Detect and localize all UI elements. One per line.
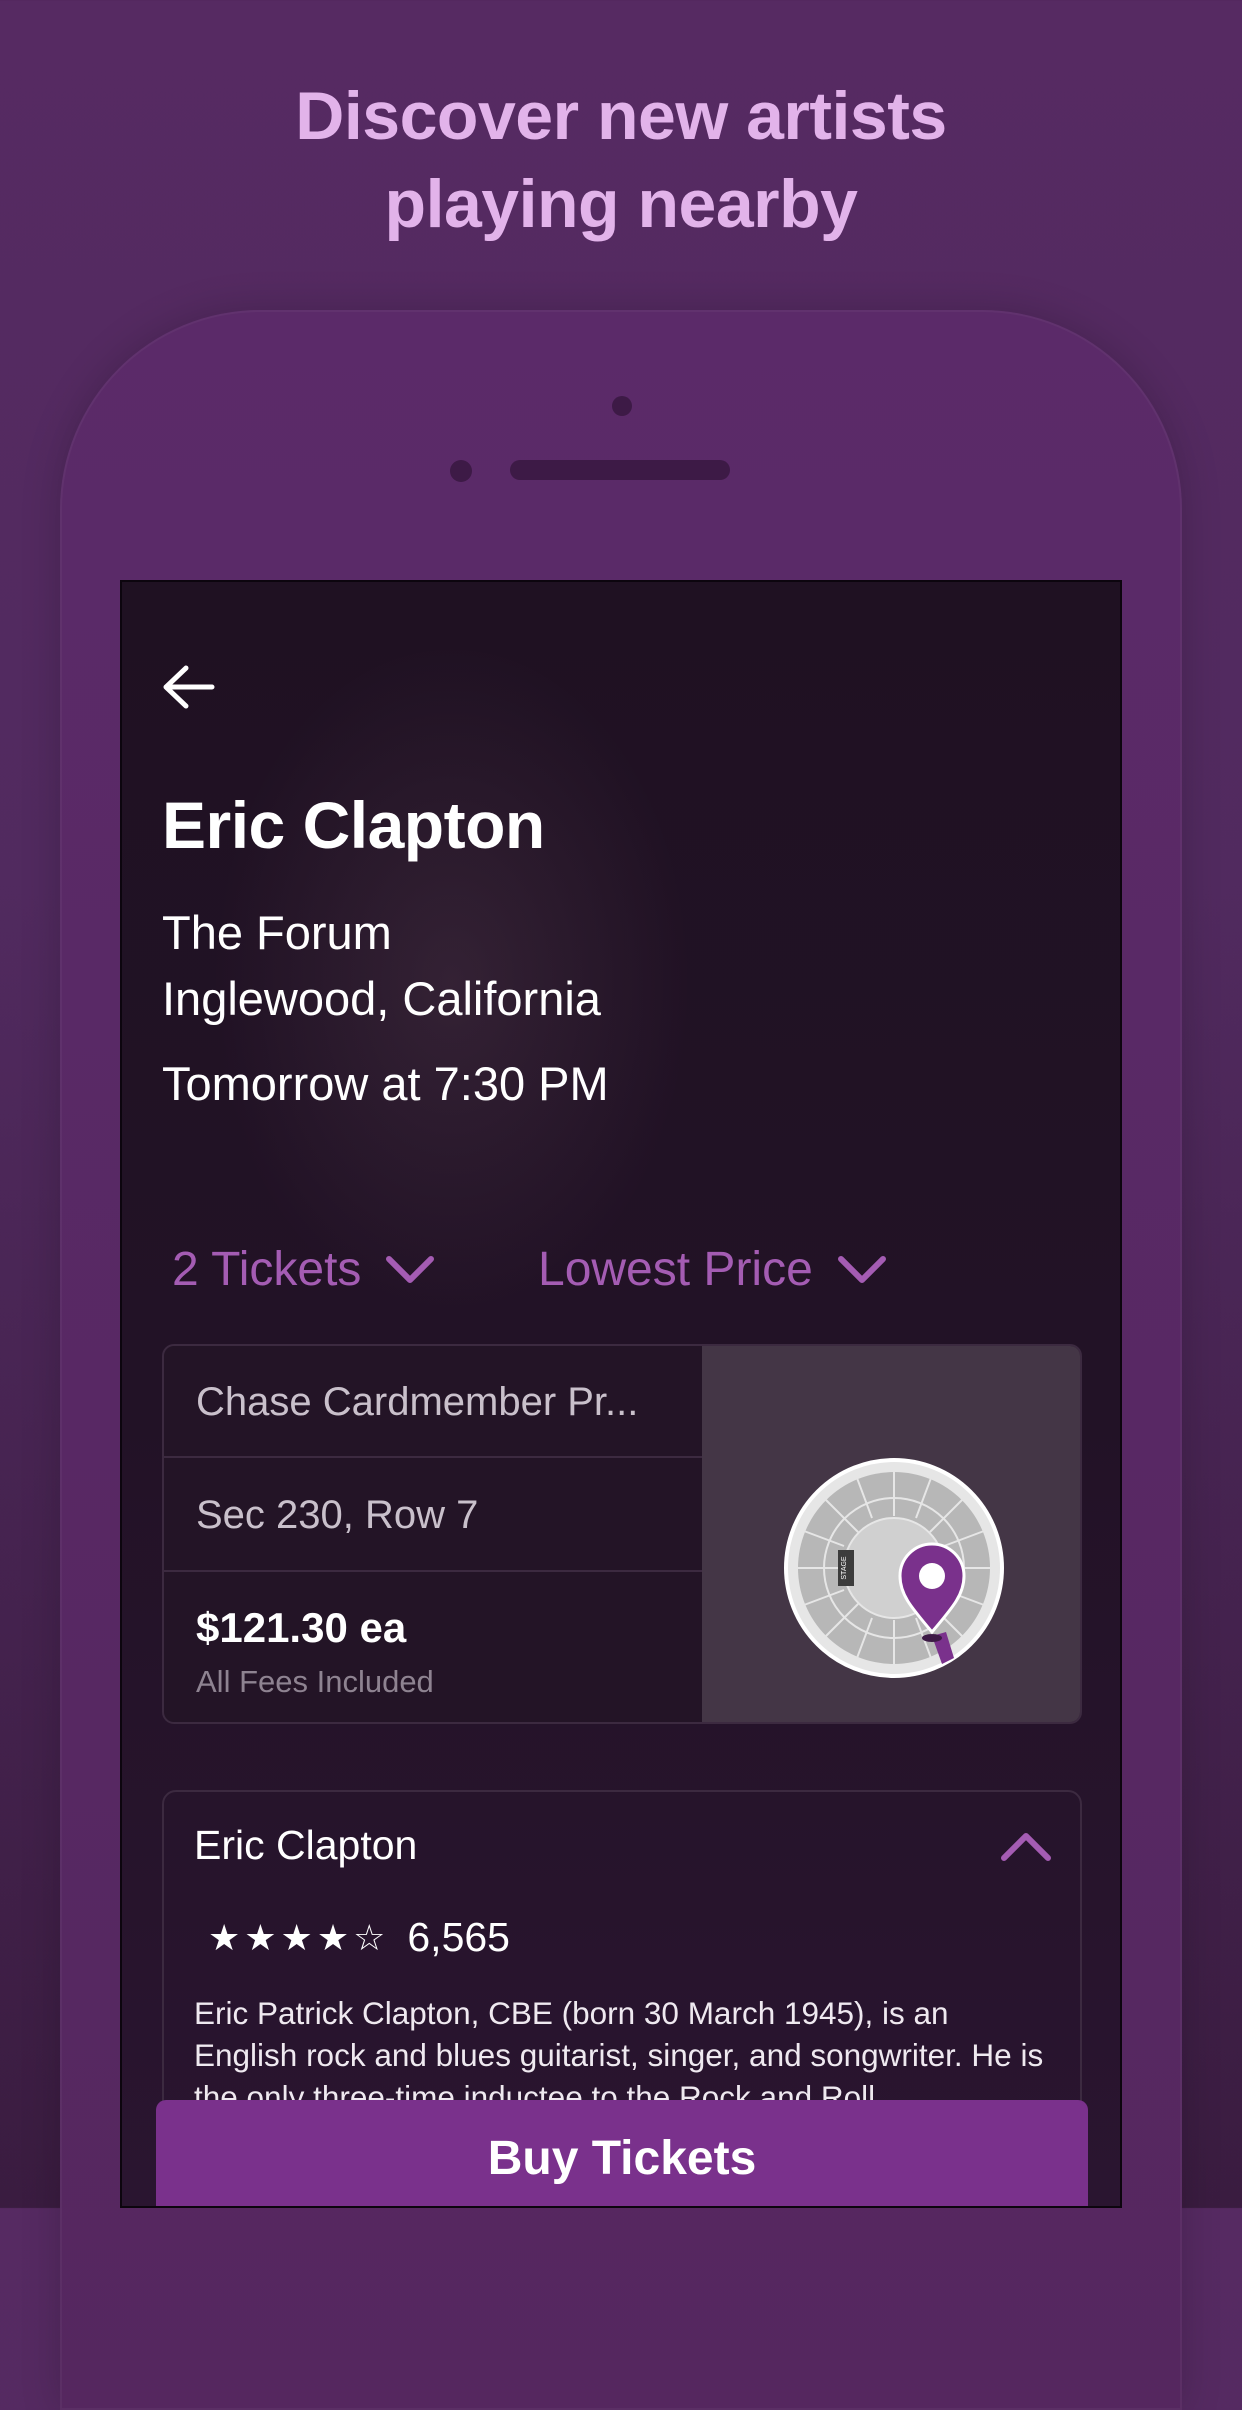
promo-headline-line2: playing nearby xyxy=(384,166,858,242)
rating-stars: ★★★★☆ xyxy=(208,1916,390,1958)
ticket-listing-card[interactable]: Chase Cardmember Pr... Sec 230, Row 7 $1… xyxy=(162,1344,1082,1724)
listing-seller: Chase Cardmember Pr... xyxy=(164,1346,702,1458)
chevron-down-icon xyxy=(837,1255,886,1283)
venue-seat-map: STAGE xyxy=(784,1458,1004,1678)
phone-sensor xyxy=(450,460,472,482)
rating-count: 6,565 xyxy=(407,1914,510,1960)
chevron-up-icon[interactable] xyxy=(1000,1830,1052,1862)
listing-fees-note: All Fees Included xyxy=(196,1664,434,1699)
seat-map-panel[interactable]: STAGE xyxy=(702,1346,1080,1722)
phone-camera xyxy=(612,396,632,416)
listing-seat: Sec 230, Row 7 xyxy=(164,1458,702,1572)
promo-headline: Discover new artists playing nearby xyxy=(0,72,1242,248)
ticket-quantity-label: 2 Tickets xyxy=(172,1243,362,1296)
artist-name: Eric Clapton xyxy=(162,788,545,862)
event-time: Tomorrow at 7:30 PM xyxy=(162,1057,609,1110)
phone-speaker xyxy=(510,460,730,480)
about-artist-name: Eric Clapton xyxy=(194,1822,418,1868)
venue-location: Inglewood, California xyxy=(162,972,601,1025)
stage-label: STAGE xyxy=(841,1556,848,1580)
ticket-quantity-dropdown[interactable]: 2 Tickets xyxy=(172,1242,435,1297)
venue-info: The Forum Inglewood, California xyxy=(162,900,601,1032)
venue-name: The Forum xyxy=(162,906,392,959)
artist-rating: ★★★★☆ 6,565 xyxy=(208,1914,510,1961)
sort-dropdown[interactable]: Lowest Price xyxy=(538,1242,887,1297)
listing-price: $121.30 ea xyxy=(196,1604,407,1651)
buy-tickets-button[interactable]: Buy Tickets xyxy=(156,2100,1088,2206)
chevron-down-icon xyxy=(386,1255,435,1283)
listing-price-block: $121.30 ea All Fees Included xyxy=(164,1572,702,1722)
promo-headline-line1: Discover new artists xyxy=(295,78,947,154)
app-screen: Eric Clapton The Forum Inglewood, Califo… xyxy=(120,580,1122,2208)
sort-label: Lowest Price xyxy=(538,1243,813,1296)
back-arrow-icon[interactable] xyxy=(158,662,218,712)
